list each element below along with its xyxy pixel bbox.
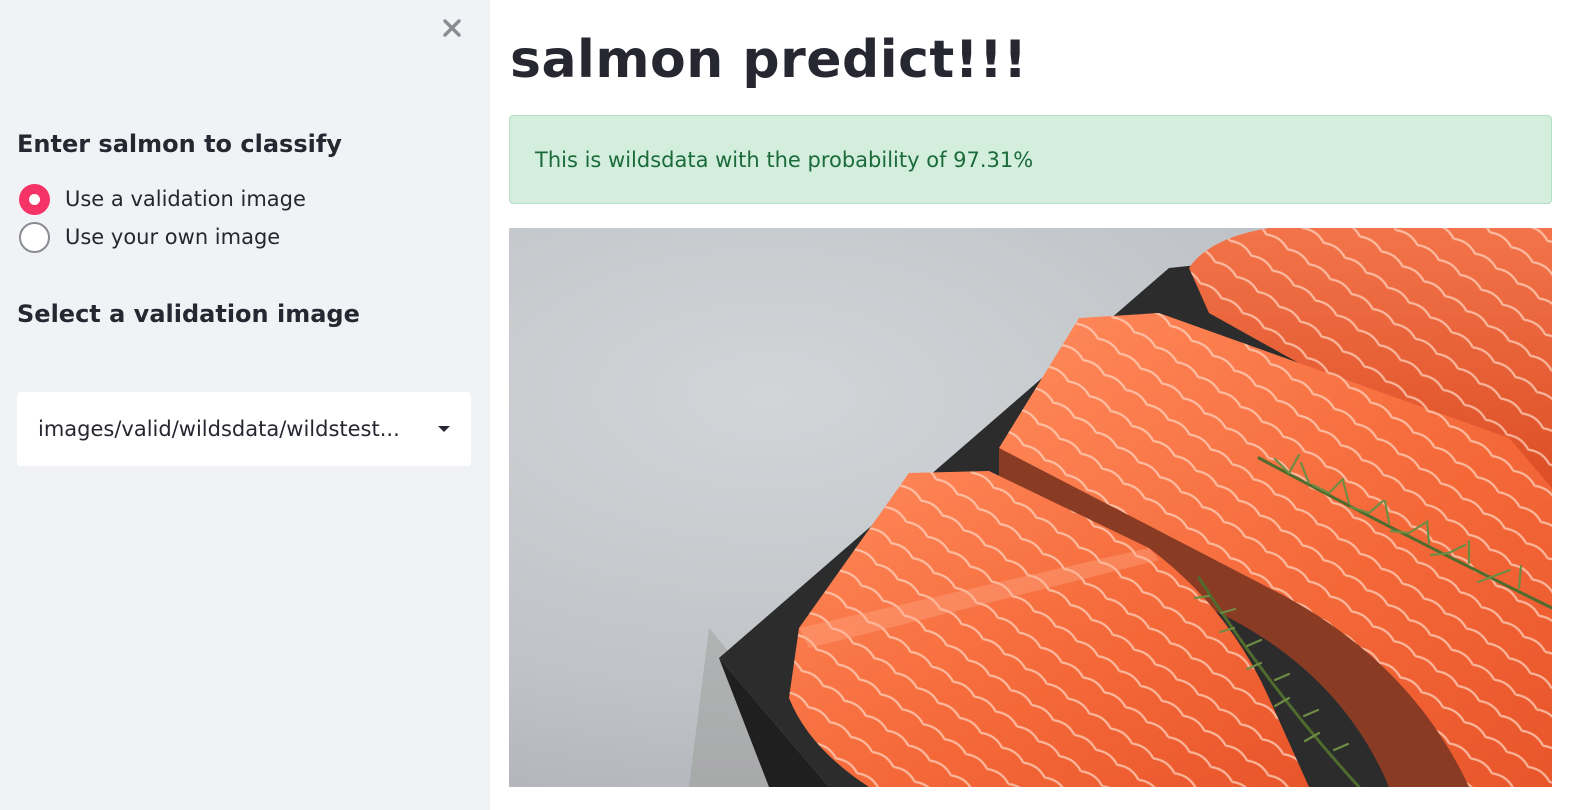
- salmon-image: [509, 228, 1552, 787]
- radio-option-own-image[interactable]: Use your own image: [19, 218, 306, 256]
- classify-heading: Enter salmon to classify: [17, 130, 342, 158]
- main-content: salmon predict!!! This is wildsdata with…: [490, 0, 1576, 810]
- prediction-result-text: This is wildsdata with the probability o…: [535, 147, 1034, 172]
- success-alert: This is wildsdata with the probability o…: [509, 115, 1552, 204]
- select-current-value: images/valid/wildsdata/wildstest...: [38, 417, 400, 441]
- select-image-heading: Select a validation image: [17, 300, 360, 328]
- radio-label-own-image: Use your own image: [65, 225, 281, 249]
- radio-unselected-icon[interactable]: [19, 221, 50, 253]
- salmon-photo-illustration: [509, 228, 1552, 787]
- radio-selected-icon[interactable]: [19, 183, 50, 215]
- image-source-radio-group: Use a validation image Use your own imag…: [19, 180, 306, 256]
- chevron-down-icon: [438, 426, 450, 432]
- radio-label-validation: Use a validation image: [65, 187, 306, 211]
- app-root: Enter salmon to classify Use a validatio…: [0, 0, 1576, 810]
- close-sidebar-button[interactable]: [436, 12, 468, 44]
- close-icon: [443, 19, 461, 37]
- sidebar: Enter salmon to classify Use a validatio…: [0, 0, 490, 810]
- validation-image-select[interactable]: images/valid/wildsdata/wildstest...: [17, 392, 471, 466]
- page-title: salmon predict!!!: [510, 30, 1028, 90]
- radio-option-validation[interactable]: Use a validation image: [19, 180, 306, 218]
